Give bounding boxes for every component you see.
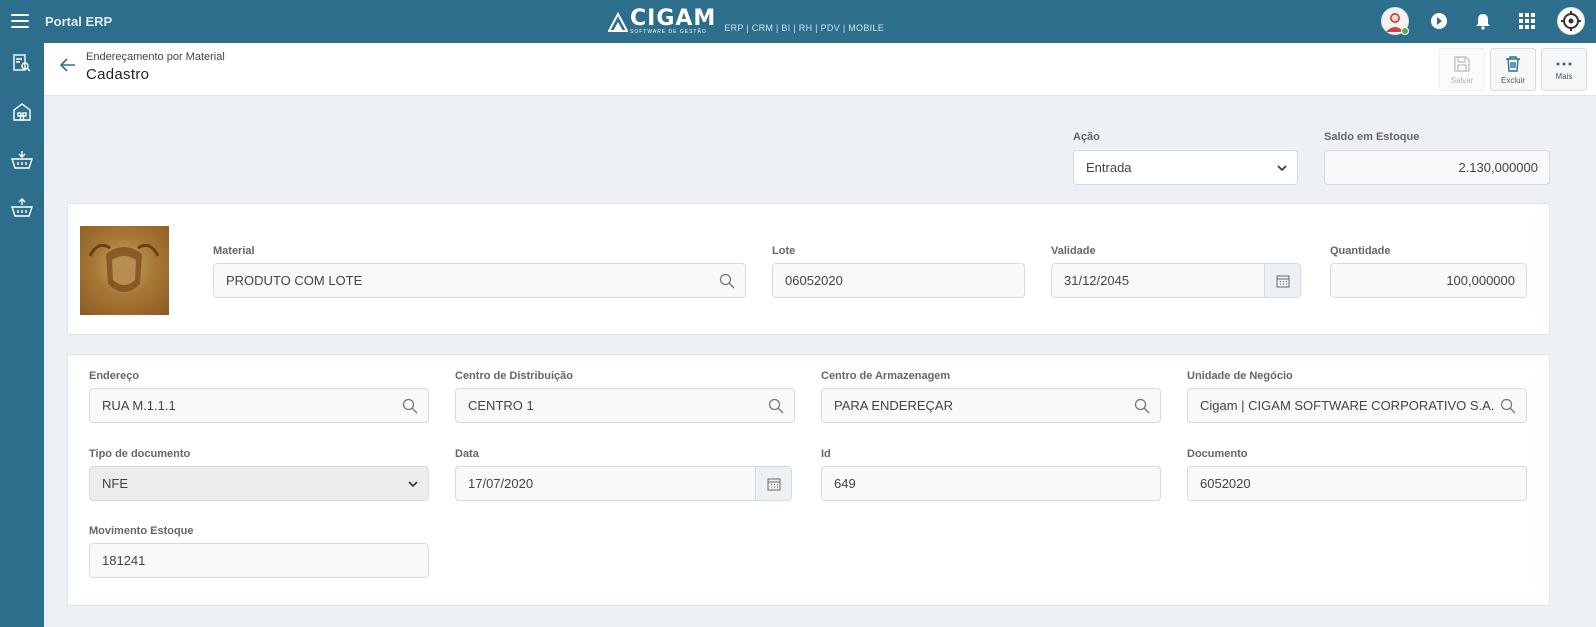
ca-value: PARA ENDEREÇAR xyxy=(834,398,953,413)
data-value: 17/07/2020 xyxy=(468,476,534,491)
un-label: Unidade de Negócio xyxy=(1187,370,1293,382)
header-actions: Salvar Excluir Mais xyxy=(1434,48,1587,91)
endereco-field[interactable]: RUA M.1.1.1 xyxy=(89,388,429,423)
menu-icon[interactable] xyxy=(11,14,29,28)
material-field[interactable]: PRODUTO COM LOTE xyxy=(213,263,746,298)
search-icon[interactable] xyxy=(1134,398,1150,414)
save-label: Salvar xyxy=(1450,75,1474,85)
documento-value: 6052020 xyxy=(1200,476,1251,491)
endereco-value: RUA M.1.1.1 xyxy=(102,398,176,413)
brand: CIGAM SOFTWARE DE GESTÃO ERP | CRM | BI … xyxy=(608,6,884,35)
back-arrow-icon[interactable] xyxy=(58,55,78,75)
search-icon[interactable] xyxy=(1500,398,1516,414)
trash-icon xyxy=(1506,55,1520,72)
cigam-logo: CIGAM SOFTWARE DE GESTÃO xyxy=(608,6,717,35)
save-button[interactable]: Salvar xyxy=(1439,48,1485,91)
doc-label: Documento xyxy=(1187,448,1248,460)
brand-links[interactable]: ERP | CRM | BI | RH | PDV | MOBILE xyxy=(724,23,884,35)
settings-avatar[interactable] xyxy=(1556,6,1586,36)
breadcrumb[interactable]: Endereçamento por Material xyxy=(86,51,225,63)
warehouse-icon[interactable] xyxy=(10,100,34,124)
bell-icon[interactable] xyxy=(1468,6,1498,36)
logo-mark-icon xyxy=(608,12,628,32)
search-icon[interactable] xyxy=(768,398,784,414)
more-label: Mais xyxy=(1555,71,1573,81)
acao-value: Entrada xyxy=(1086,160,1132,175)
top-bar: Portal ERP CIGAM SOFTWARE DE GESTÃO ERP … xyxy=(0,0,1596,43)
un-field[interactable]: Cigam | CIGAM SOFTWARE CORPORATIVO S.A. xyxy=(1187,388,1527,423)
logo-subtext: SOFTWARE DE GESTÃO xyxy=(630,29,707,35)
endereco-label: Endereço xyxy=(89,370,140,382)
acao-label: Ação xyxy=(1073,131,1100,143)
calendar-icon[interactable] xyxy=(1264,264,1300,297)
quantidade-field[interactable]: 100,000000 xyxy=(1330,263,1527,298)
page-title: Cadastro xyxy=(86,66,150,83)
quantidade-value: 100,000000 xyxy=(1446,273,1515,288)
movimento-field[interactable]: 181241 xyxy=(89,543,429,578)
cd-label: Centro de Distribuição xyxy=(455,370,573,382)
logo-text: CIGAM xyxy=(630,6,717,31)
more-button[interactable]: Mais xyxy=(1541,48,1587,91)
user-avatar-icon xyxy=(1381,7,1409,35)
acao-select[interactable]: Entrada xyxy=(1073,150,1298,185)
basket-out-icon[interactable] xyxy=(10,196,34,220)
chat-icon[interactable] xyxy=(1424,6,1454,36)
data-field[interactable]: 17/07/2020 xyxy=(455,466,792,501)
tipo-select[interactable]: NFE xyxy=(89,466,429,501)
product-image xyxy=(80,226,169,315)
more-dots-icon xyxy=(1556,62,1572,65)
id-value: 649 xyxy=(834,476,856,491)
saldo-value: 2.130,000000 xyxy=(1458,160,1538,175)
id-field: 649 xyxy=(821,466,1161,501)
cd-field[interactable]: CENTRO 1 xyxy=(455,388,795,423)
tipo-label: Tipo de documento xyxy=(89,448,191,460)
un-value: Cigam | CIGAM SOFTWARE CORPORATIVO S.A. xyxy=(1200,398,1495,413)
chevron-down-icon xyxy=(1277,165,1287,172)
ca-field[interactable]: PARA ENDEREÇAR xyxy=(821,388,1161,423)
settings-avatar-icon xyxy=(1557,7,1585,35)
material-label: Material xyxy=(213,245,255,257)
saldo-field: 2.130,000000 xyxy=(1324,150,1550,185)
material-value: PRODUTO COM LOTE xyxy=(226,273,363,288)
report-search-icon[interactable] xyxy=(10,51,34,75)
lote-label: Lote xyxy=(772,245,796,257)
basket-in-icon[interactable] xyxy=(10,148,34,172)
calendar-icon[interactable] xyxy=(755,467,791,500)
data-label: Data xyxy=(455,448,479,460)
top-icons xyxy=(1366,6,1586,36)
delete-button[interactable]: Excluir xyxy=(1490,48,1536,91)
lote-value: 06052020 xyxy=(785,273,843,288)
lote-field[interactable]: 06052020 xyxy=(772,263,1025,298)
documento-field[interactable]: 6052020 xyxy=(1187,466,1527,501)
save-icon xyxy=(1454,55,1470,72)
quantidade-label: Quantidade xyxy=(1330,245,1391,257)
validade-label: Validade xyxy=(1051,245,1096,257)
validade-field[interactable]: 31/12/2045 xyxy=(1051,263,1301,298)
app-name[interactable]: Portal ERP xyxy=(45,14,112,29)
saldo-label: Saldo em Estoque xyxy=(1324,131,1420,143)
delete-label: Excluir xyxy=(1500,75,1525,85)
apps-grid-icon[interactable] xyxy=(1512,6,1542,36)
id-label: Id xyxy=(821,448,831,460)
search-icon[interactable] xyxy=(402,398,418,414)
user-avatar[interactable] xyxy=(1380,6,1410,36)
search-icon[interactable] xyxy=(719,273,735,289)
sidebar xyxy=(0,43,44,627)
page-header: Endereçamento por Material Cadastro Salv… xyxy=(44,43,1596,96)
chevron-down-icon xyxy=(408,481,418,488)
cd-value: CENTRO 1 xyxy=(468,398,534,413)
mov-label: Movimento Estoque xyxy=(89,525,194,537)
movimento-value: 181241 xyxy=(102,553,146,568)
ca-label: Centro de Armazenagem xyxy=(821,370,951,382)
tipo-value: NFE xyxy=(102,476,128,491)
